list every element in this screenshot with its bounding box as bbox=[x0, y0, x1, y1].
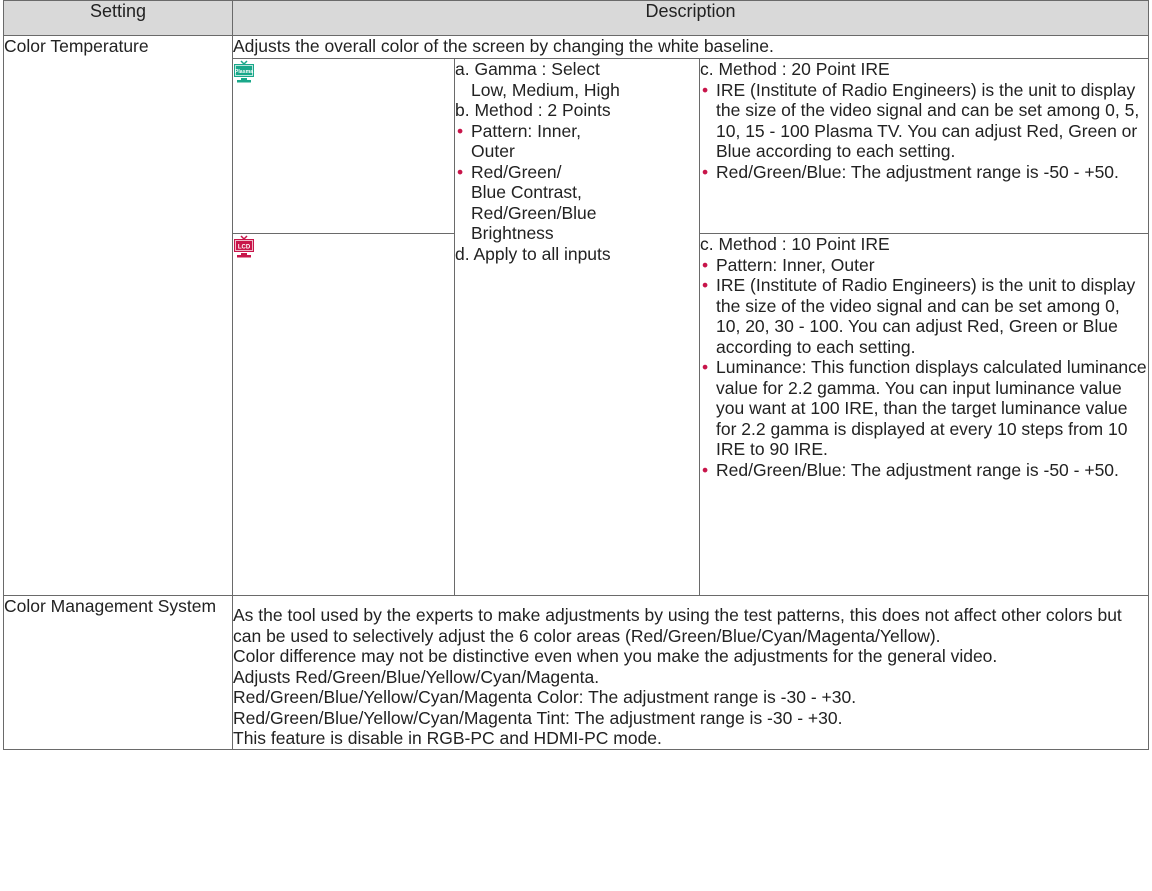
list-item: Red/Green/Blue: The adjustment range is … bbox=[700, 460, 1148, 481]
lcd-method-cell: c. Method : 10 Point IRE Pattern: Inner,… bbox=[698, 233, 1150, 596]
list-item: IRE (Institute of Radio Engineers) is th… bbox=[700, 275, 1148, 357]
cms-paragraph: Color difference may not be distinctive … bbox=[233, 646, 998, 666]
setting-color-temperature: Color Temperature bbox=[3, 35, 233, 596]
list-item: IRE (Institute of Radio Engineers) is th… bbox=[700, 80, 1148, 162]
table-row: Color Temperature Adjusts the overall co… bbox=[3, 35, 1150, 596]
description-cell: Adjusts the overall color of the screen … bbox=[231, 35, 1150, 59]
plasma-method-cell: c. Method : 20 Point IRE IRE (Institute … bbox=[698, 58, 1150, 234]
setting-color-management: Color Management System bbox=[3, 595, 233, 750]
common-bullets: Pattern: Inner, Outer Red/Green/ Blue Co… bbox=[455, 121, 699, 244]
cms-paragraph: Adjusts Red/Green/Blue/Yellow/Cyan/Magen… bbox=[233, 666, 600, 687]
setting-label: Color Temperature bbox=[4, 36, 149, 56]
lcd-icon-label: LCD bbox=[238, 244, 251, 250]
plasma-tv-icon: Plasma bbox=[234, 60, 254, 83]
cms-paragraph: Red/Green/Blue/Yellow/Cyan/Magenta Tint:… bbox=[233, 707, 843, 728]
lcd-icon-cell: LCD bbox=[232, 233, 455, 596]
list-item: Pattern: Inner, Outer bbox=[455, 121, 699, 162]
plasma-method-title: c. Method : 20 Point IRE bbox=[700, 59, 890, 79]
cms-paragraph: This feature is disable in RGB-PC and HD… bbox=[233, 728, 662, 748]
list-item: Red/Green/Blue: The adjustment range is … bbox=[700, 162, 1148, 183]
apply-all-line: d. Apply to all inputs bbox=[455, 243, 611, 264]
lcd-method-title: c. Method : 10 Point IRE bbox=[700, 234, 890, 254]
header-setting: Setting bbox=[3, 0, 233, 36]
cms-paragraph: Red/Green/Blue/Yellow/Cyan/Magenta Color… bbox=[233, 687, 857, 707]
setting-label: Color Management System bbox=[4, 596, 217, 616]
plasma-bullets: IRE (Institute of Radio Engineers) is th… bbox=[700, 80, 1148, 183]
lcd-bullets: Pattern: Inner, Outer IRE (Institute of … bbox=[700, 255, 1148, 481]
gamma-options-line: Low, Medium, High bbox=[471, 79, 620, 100]
common-settings-cell: a. Gamma : Select Low, Medium, High b. M… bbox=[454, 58, 700, 596]
gamma-line: a. Gamma : Select bbox=[455, 59, 600, 79]
cms-paragraph: As the tool used by the experts to make … bbox=[233, 605, 1122, 646]
header-description: Description bbox=[231, 0, 1150, 36]
list-item: Luminance: This function displays calcul… bbox=[700, 357, 1148, 460]
settings-table: Setting Description Color Temperature Ad… bbox=[3, 0, 1150, 750]
list-item: Red/Green/ Blue Contrast, Red/Green/Blue… bbox=[455, 162, 699, 244]
method-line: b. Method : 2 Points bbox=[455, 100, 611, 120]
color-temperature-summary: Adjusts the overall color of the screen … bbox=[233, 36, 774, 56]
table-row: Color Management System As the tool used… bbox=[3, 595, 1150, 750]
lcd-tv-icon: LCD bbox=[234, 235, 254, 258]
plasma-icon-cell: Plasma bbox=[232, 58, 455, 234]
table-header-row: Setting Description bbox=[3, 0, 1150, 36]
plasma-icon-label: Plasma bbox=[235, 69, 253, 75]
list-item: Pattern: Inner, Outer bbox=[700, 255, 1148, 276]
color-management-description: As the tool used by the experts to make … bbox=[231, 595, 1150, 750]
